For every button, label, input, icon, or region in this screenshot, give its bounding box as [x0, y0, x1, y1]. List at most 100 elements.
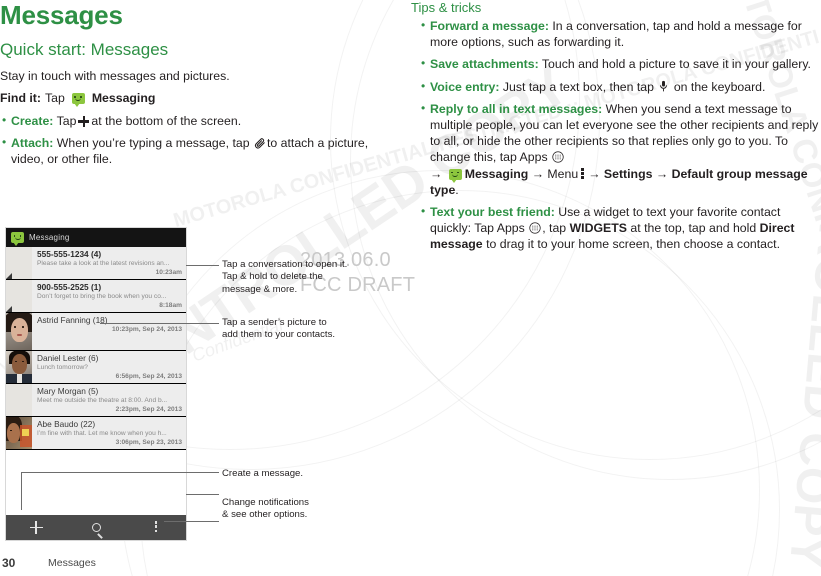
- bullet-create-text-after: at the bottom of the screen.: [91, 114, 242, 128]
- bullet-attach-text-before: When you’re typing a message, tap: [56, 136, 250, 151]
- plus-icon: [29, 521, 43, 534]
- callout-leader-line: [164, 521, 219, 522]
- path-messaging: Messaging: [464, 166, 529, 181]
- apps-icon: [552, 151, 564, 164]
- find-it-app-name: Messaging: [91, 91, 156, 105]
- callout-line: message & more.: [222, 283, 298, 295]
- callout-line: Tap & hold to delete the: [222, 271, 323, 283]
- callout-leader-line: [186, 265, 219, 266]
- phone-nav-bar: [6, 515, 186, 540]
- callout-create-message: Create a message.: [222, 468, 303, 480]
- bullet-create: Create: Tap at the bottom of the screen.: [0, 112, 400, 129]
- callout-line: Create a message.: [222, 468, 304, 479]
- search-button[interactable]: [66, 523, 126, 532]
- avatar[interactable]: [6, 384, 32, 416]
- page-footer: 30 Messages: [0, 550, 821, 570]
- tips-bullet-list: Forward a message: In a conversation, ta…: [419, 17, 821, 259]
- plus-icon: [78, 116, 90, 127]
- phone-screenshot: Messaging 555-555-1234 (4) Please take a…: [6, 228, 186, 540]
- callout-leader-line: [186, 494, 219, 495]
- path-settings: Settings: [603, 166, 653, 181]
- conversation-time: 8:18am: [159, 302, 182, 309]
- callout-leader-line: [21, 472, 219, 473]
- tip-body-3: at the top, tap and hold: [630, 221, 757, 236]
- quickstart-bullet-list: Create: Tapat the bottom of the screen. …: [0, 112, 400, 174]
- tip-reply-to-all: Reply to all in text messages: When you …: [419, 100, 821, 198]
- page-number: 30: [2, 556, 16, 570]
- tip-forward-a-message: Forward a message: In a conversation, ta…: [419, 17, 821, 50]
- left-column: Messages Quick start: Messages Stay in t…: [0, 0, 410, 546]
- tip-body-4: to drag it to your home screen, then cho…: [486, 237, 780, 252]
- conversation-time: 10:23pm, Sep 24, 2013: [111, 326, 182, 333]
- avatar[interactable]: [6, 351, 32, 383]
- list-item[interactable]: 555-555-1234 (4) Please take a look at t…: [6, 247, 186, 280]
- page-title: Messages: [0, 0, 123, 30]
- tip-label: Save attachments:: [430, 57, 539, 72]
- paperclip-icon: [254, 137, 266, 149]
- tip-label: Forward a message:: [430, 19, 549, 33]
- bullet-create-label: Create:: [11, 114, 54, 128]
- new-message-button[interactable]: [6, 521, 66, 534]
- callout-notifications: Change notifications & see other options…: [222, 497, 309, 522]
- phone-app-bar: Messaging: [6, 228, 186, 247]
- path-period: .: [455, 182, 459, 197]
- conversation-time: 6:56pm, Sep 24, 2013: [115, 373, 182, 380]
- more-vertical-icon: [154, 521, 158, 534]
- tip-label: Text your best friend:: [430, 205, 555, 220]
- callout-leader-line: [21, 472, 22, 510]
- tips-and-tricks-heading: Tips & tricks: [411, 0, 482, 15]
- tip-body-before: Just tap a text box, then tap: [502, 79, 654, 94]
- tip-save-attachments: Save attachments: Touch and hold a pictu…: [419, 55, 821, 72]
- list-item[interactable]: 900-555-2525 (1) Don’t forget to bring t…: [6, 280, 186, 313]
- callout-line: Change notifications: [222, 497, 309, 508]
- conversation-name: 555-555-1234 (4): [37, 249, 102, 259]
- conversation-time: 2:23pm, Sep 24, 2013: [115, 406, 182, 413]
- list-item[interactable]: Abe Baudo (22) I’m fine with that. Let m…: [6, 417, 186, 450]
- list-item[interactable]: Mary Morgan (5) Meet me outside the thea…: [6, 384, 186, 417]
- bullet-attach-label: Attach:: [11, 136, 54, 151]
- conversation-name: Daniel Lester (6): [37, 353, 99, 363]
- unread-corner-marker: [6, 306, 12, 312]
- callout-sender-picture: Tap a sender’s picture to add them to yo…: [222, 317, 335, 342]
- widgets-label: WIDGETS: [569, 221, 627, 236]
- manual-page: Messages Quick start: Messages Stay in t…: [0, 0, 821, 576]
- path-arrow: →: [531, 166, 544, 181]
- tip-label: Reply to all in text messages:: [430, 101, 603, 116]
- conversation-preview: Meet me outside the theatre at 8:00. And…: [37, 397, 168, 404]
- find-it-tap: Tap: [44, 91, 65, 105]
- callout-open-conversation: Tap a conversation to open it. Tap & hol…: [222, 259, 347, 296]
- find-it-label: Find it:: [0, 91, 41, 105]
- intro-text: Stay in touch with messages and pictures…: [0, 69, 230, 83]
- more-vertical-icon: [581, 167, 585, 179]
- search-icon: [91, 523, 101, 532]
- callout-line: Tap a sender’s picture to: [222, 317, 327, 328]
- tip-body-after: on the keyboard.: [673, 79, 766, 94]
- callout-leader-line: [100, 323, 219, 324]
- messaging-icon: [448, 168, 462, 183]
- microphone-icon: [659, 80, 668, 93]
- conversation-name: 900-555-2525 (1): [37, 282, 102, 292]
- path-menu: Menu: [547, 166, 579, 181]
- avatar[interactable]: [6, 313, 32, 350]
- avatar[interactable]: [6, 417, 32, 449]
- list-empty-area: [6, 450, 186, 496]
- conversation-name: Abe Baudo (22): [37, 419, 96, 429]
- conversation-list: 555-555-1234 (4) Please take a look at t…: [6, 247, 186, 496]
- path-arrow: →: [430, 166, 443, 181]
- tip-body: Touch and hold a picture to save it in y…: [541, 57, 811, 72]
- conversation-name: Mary Morgan (5): [37, 386, 99, 396]
- path-arrow: →: [655, 166, 669, 181]
- bullet-create-text-before: Tap: [56, 114, 77, 128]
- right-column: Tips & tricks Forward a message: In a co…: [411, 0, 821, 546]
- avatar-photo: [6, 417, 32, 449]
- footer-section-name: Messages: [48, 557, 96, 569]
- callout-line: add them to your contacts.: [222, 329, 336, 341]
- conversation-preview: Don’t forget to bring the book when you …: [37, 293, 167, 300]
- callout-line: Tap a conversation to open it.: [222, 259, 348, 270]
- bullet-attach: Attach: When you’re typing a message, ta…: [0, 134, 400, 167]
- list-item[interactable]: Daniel Lester (6) Lunch tomorrow? 6:56pm…: [6, 351, 186, 384]
- overflow-button[interactable]: [126, 521, 186, 534]
- list-item[interactable]: Astrid Fanning (18) 10:23pm, Sep 24, 201…: [6, 313, 186, 351]
- messaging-icon: [71, 93, 85, 107]
- phone-app-title: Messaging: [29, 233, 70, 242]
